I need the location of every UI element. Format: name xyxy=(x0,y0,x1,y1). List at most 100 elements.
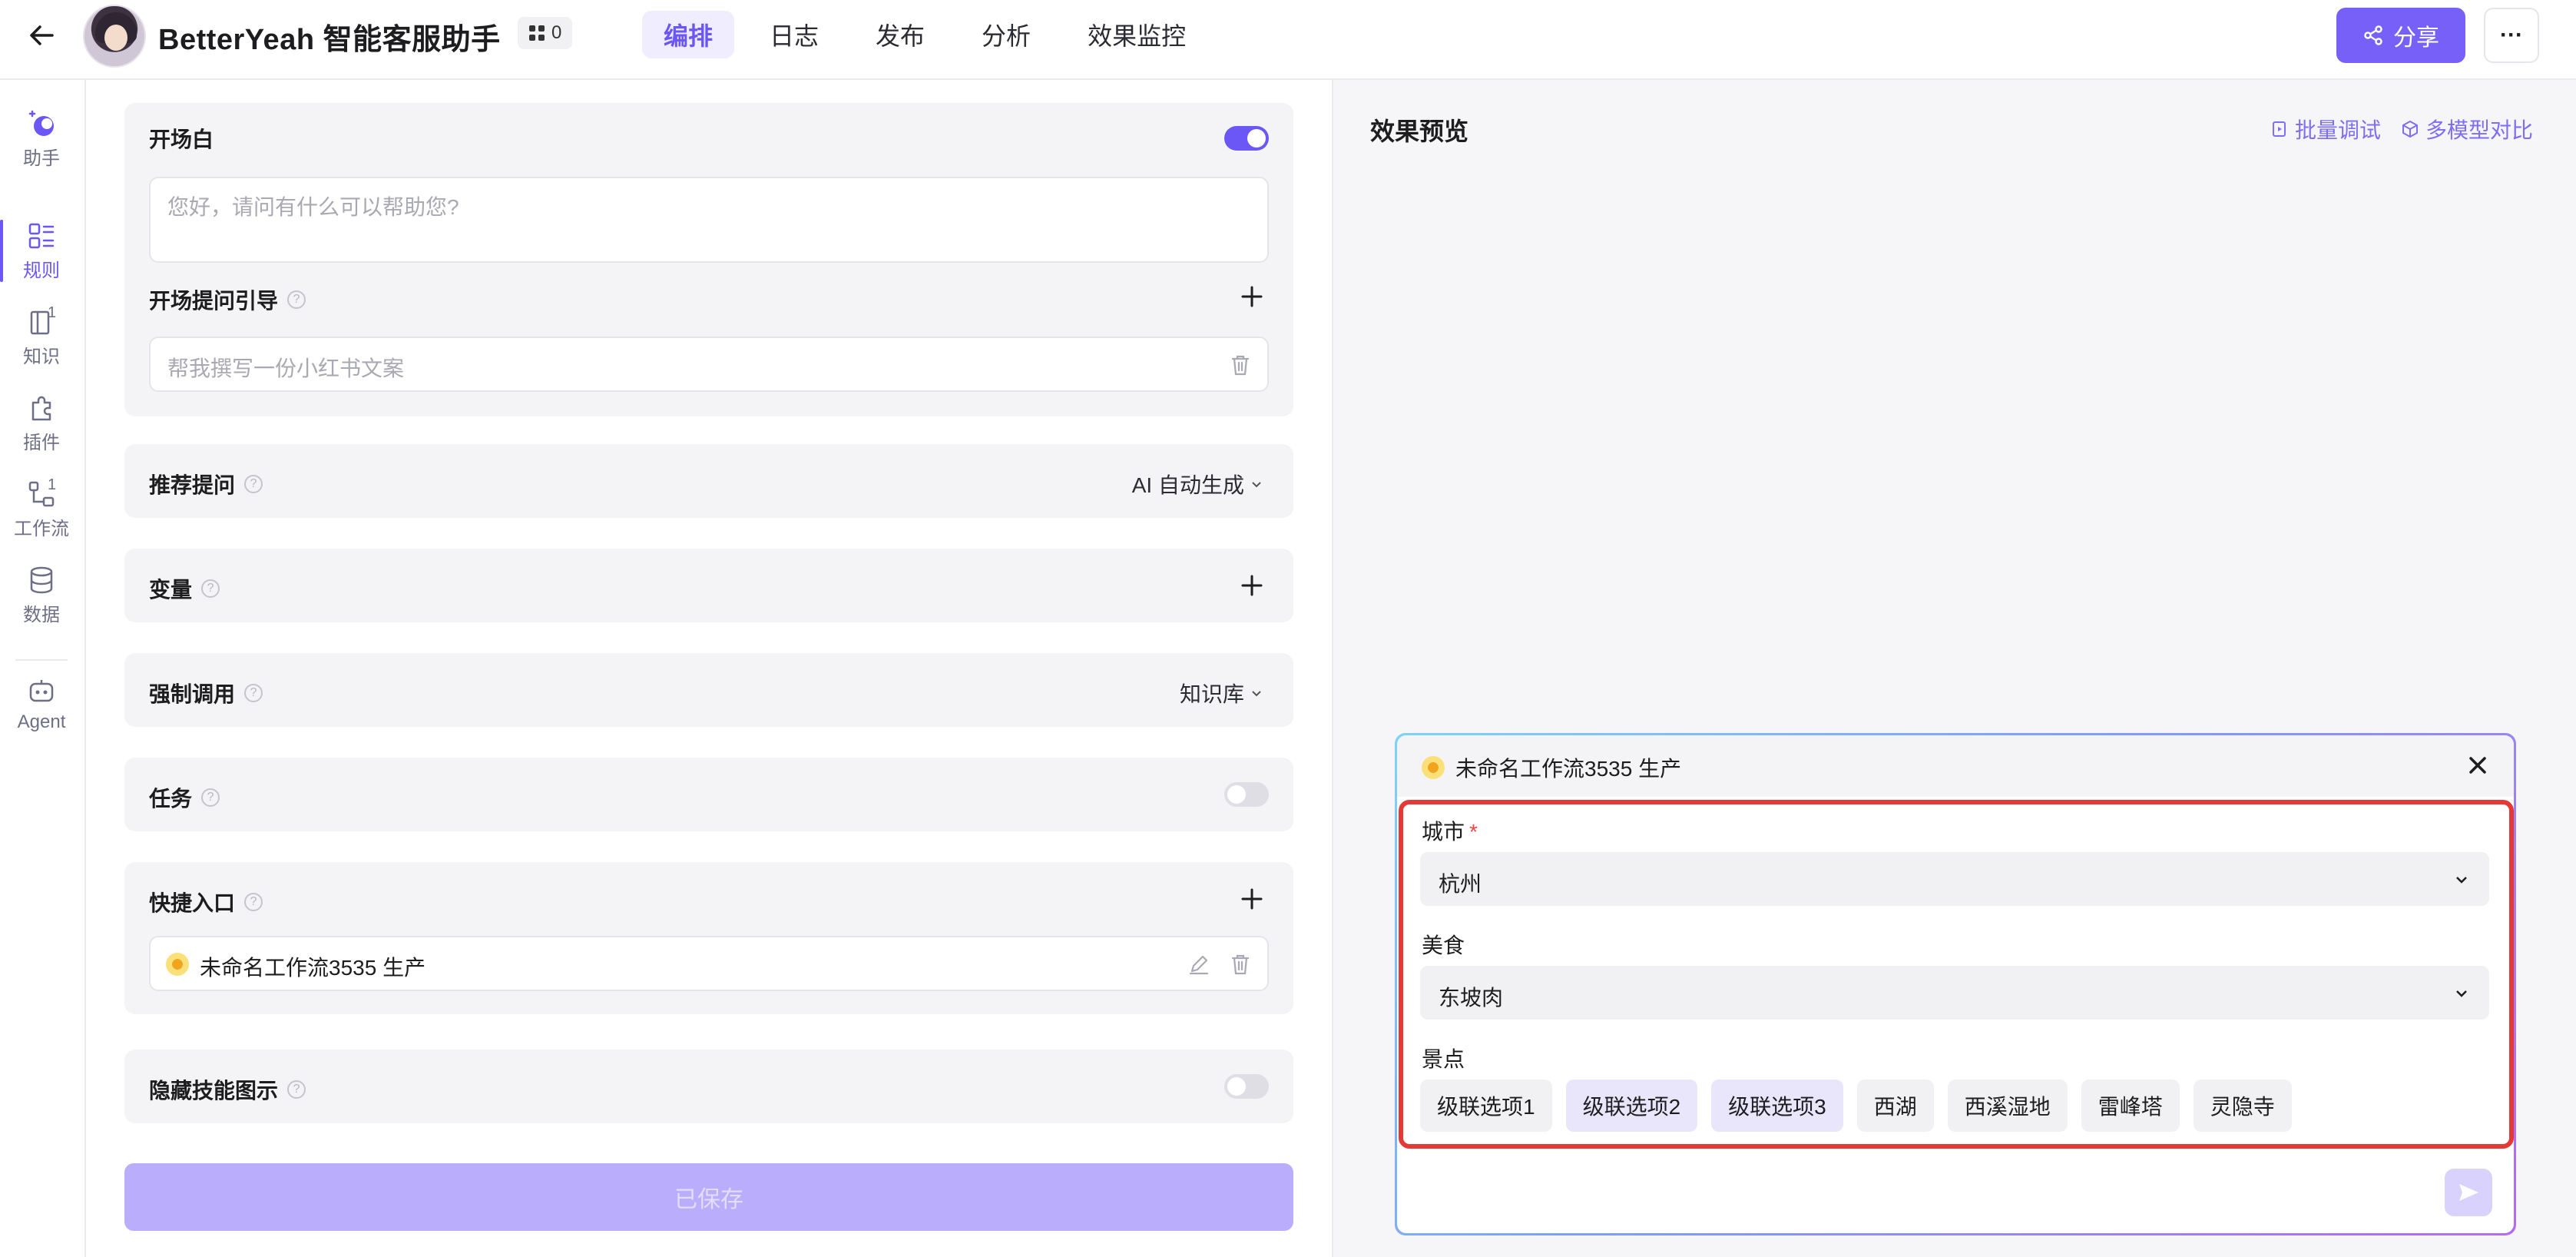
help-icon[interactable]: ? xyxy=(201,788,220,807)
force-call-card: 强制调用 ? 知识库 xyxy=(124,653,1293,727)
spot-option[interactable]: 级联选项3 xyxy=(1711,1080,1843,1132)
batch-debug-label: 批量调试 xyxy=(2294,118,2381,142)
left-rail: 助手 规则 知识 1 插件 工作流 1 数据 Agent xyxy=(0,80,86,1257)
spots-label: 景点 xyxy=(1422,1047,1465,1071)
badge-count: 0 xyxy=(551,22,562,43)
component-count-badge[interactable]: 0 xyxy=(518,17,573,49)
city-label-row: 城市 * xyxy=(1422,815,1478,846)
hide-skill-toggle[interactable] xyxy=(1224,1074,1269,1099)
chevron-down-icon xyxy=(2456,877,2467,884)
rail-item-rules[interactable]: 规则 xyxy=(0,220,83,282)
spot-option[interactable]: 级联选项2 xyxy=(1565,1080,1698,1132)
spot-option[interactable]: 灵隐寺 xyxy=(2193,1080,2292,1132)
close-icon[interactable] xyxy=(2465,752,2491,778)
rail-label-assistant: 助手 xyxy=(23,148,60,169)
spot-option[interactable]: 西溪湿地 xyxy=(1947,1080,2068,1132)
force-call-value: 知识库 xyxy=(1179,682,1244,706)
trash-icon[interactable] xyxy=(1227,951,1253,977)
food-select[interactable]: 东坡肉 xyxy=(1420,966,2489,1020)
add-shortcut-plus-icon[interactable] xyxy=(1240,887,1264,911)
opening-toggle[interactable] xyxy=(1224,126,1269,151)
rail-item-agent[interactable]: Agent xyxy=(0,676,83,733)
tab-monitoring[interactable]: 效果监控 xyxy=(1066,11,1207,58)
help-icon[interactable]: ? xyxy=(244,475,263,493)
batch-debug-button[interactable]: 批量调试 xyxy=(2270,114,2381,144)
rail-label-data: 数据 xyxy=(23,605,60,625)
assistant-avatar[interactable] xyxy=(83,5,146,68)
recommend-card: 推荐提问 ? AI 自动生成 xyxy=(124,444,1293,518)
preview-title: 效果预览 xyxy=(1370,118,1469,145)
plugin-icon xyxy=(31,396,51,421)
opening-input[interactable]: 您好，请问有什么可以帮助您? xyxy=(149,177,1269,263)
guide-placeholder: 帮我撰写一份小红书文案 xyxy=(167,357,405,380)
spot-option[interactable]: 雷峰塔 xyxy=(2081,1080,2180,1132)
tab-publish[interactable]: 发布 xyxy=(854,11,946,58)
force-call-dropdown[interactable]: 知识库 xyxy=(1180,678,1263,708)
back-arrow-icon[interactable] xyxy=(26,20,57,51)
knowledge-count: 1 xyxy=(48,304,57,321)
batch-debug-icon xyxy=(2272,121,2286,137)
help-icon[interactable]: ? xyxy=(287,290,306,309)
city-value: 杭州 xyxy=(1439,872,1482,896)
add-guide-plus-icon[interactable] xyxy=(1240,284,1264,309)
trash-icon[interactable] xyxy=(1227,352,1253,378)
cube-icon xyxy=(2402,121,2418,138)
rail-item-plugin[interactable]: 插件 xyxy=(0,392,83,454)
spots-options: 级联选项1 级联选项2 级联选项3 西湖 西溪湿地 雷峰塔 灵隐寺 xyxy=(1420,1080,2292,1132)
more-options-button[interactable]: ··· xyxy=(2484,8,2539,63)
shortcut-item[interactable]: 未命名工作流3535 生产 xyxy=(149,936,1269,991)
rail-label-workflow: 工作流 xyxy=(14,519,69,539)
preview-actions: 批量调试 多模型对比 xyxy=(2270,114,2533,144)
rail-item-knowledge[interactable]: 知识 xyxy=(0,306,83,368)
force-call-title-row: 强制调用 ? xyxy=(149,678,263,708)
hide-skill-title-row: 隐藏技能图示 ? xyxy=(149,1074,306,1105)
more-icon: ··· xyxy=(2500,22,2523,48)
opening-placeholder: 您好，请问有什么可以帮助您? xyxy=(167,195,459,219)
variables-title-row: 变量 ? xyxy=(149,573,220,604)
tasks-toggle[interactable] xyxy=(1224,782,1269,807)
rail-label-plugin: 插件 xyxy=(23,433,60,453)
app-title: BetterYeah 智能客服助手 xyxy=(158,24,501,56)
rail-label-agent: Agent xyxy=(17,711,66,732)
recommend-title: 推荐提问 xyxy=(149,473,236,497)
rail-label-rules: 规则 xyxy=(23,260,60,281)
rules-icon xyxy=(28,223,55,249)
recommend-title-row: 推荐提问 ? xyxy=(149,469,263,499)
city-select[interactable]: 杭州 xyxy=(1420,852,2489,906)
add-variable-plus-icon[interactable] xyxy=(1240,573,1264,598)
hide-skill-title: 隐藏技能图示 xyxy=(149,1079,279,1103)
help-icon[interactable]: ? xyxy=(201,579,220,598)
rail-item-assistant[interactable]: 助手 xyxy=(0,108,83,170)
guide-question-input[interactable]: 帮我撰写一份小红书文案 xyxy=(149,337,1269,392)
variables-card: 变量 ? xyxy=(124,549,1293,622)
edit-icon[interactable] xyxy=(1186,951,1212,977)
workflow-flower-icon xyxy=(166,953,189,976)
multi-model-compare-button[interactable]: 多模型对比 xyxy=(2401,114,2533,144)
recommend-dropdown[interactable]: AI 自动生成 xyxy=(1132,469,1263,499)
tab-orchestrate[interactable]: 编排 xyxy=(642,11,735,58)
help-icon[interactable]: ? xyxy=(244,684,263,702)
chevron-down-icon xyxy=(1252,691,1261,697)
share-button[interactable]: 分享 xyxy=(2336,8,2465,63)
required-mark: * xyxy=(1469,820,1478,844)
top-bar: BetterYeah 智能客服助手 0 编排 日志 发布 分析 效果监控 分享 … xyxy=(0,0,2576,80)
workflow-card-title: 未命名工作流3535 生产 xyxy=(1455,757,1682,781)
force-call-title: 强制调用 xyxy=(149,682,236,706)
rail-item-data[interactable]: 数据 xyxy=(0,564,83,626)
help-icon[interactable]: ? xyxy=(244,893,263,911)
save-button[interactable]: 已保存 xyxy=(124,1163,1293,1231)
city-label: 城市 xyxy=(1422,820,1465,844)
preview-panel: 效果预览 批量调试 多模型对比 未命名工作流3535 生产 城市 * 杭州 美食… xyxy=(1332,80,2576,1257)
variables-title: 变量 xyxy=(149,578,193,602)
spot-option[interactable]: 级联选项1 xyxy=(1420,1080,1552,1132)
workflow-card-title-row: 未命名工作流3535 生产 xyxy=(1422,752,1681,783)
food-value: 东坡肉 xyxy=(1439,986,1504,1010)
workflow-flower-icon xyxy=(1422,756,1445,779)
help-icon[interactable]: ? xyxy=(287,1080,306,1099)
spot-option[interactable]: 西湖 xyxy=(1856,1080,1934,1132)
tab-analysis[interactable]: 分析 xyxy=(960,11,1052,58)
send-button[interactable] xyxy=(2445,1169,2492,1216)
tab-logs[interactable]: 日志 xyxy=(748,11,840,58)
rail-item-workflow[interactable]: 工作流 xyxy=(0,478,83,540)
chevron-down-icon xyxy=(2456,990,2467,997)
